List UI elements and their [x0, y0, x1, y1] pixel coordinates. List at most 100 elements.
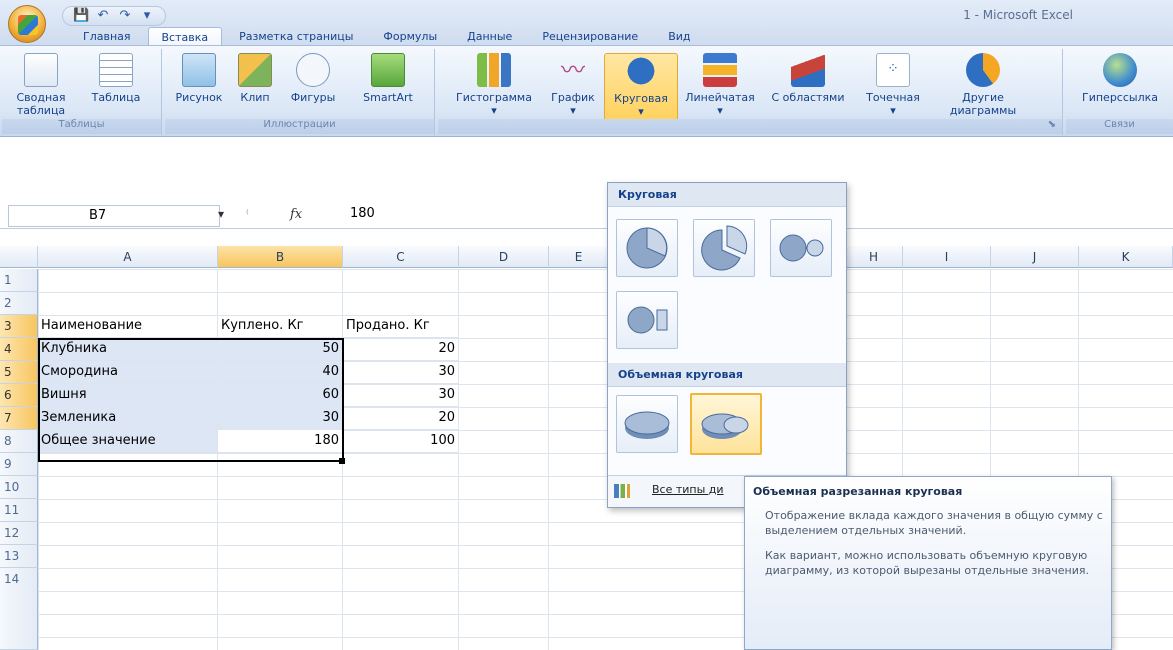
smartart-icon — [371, 53, 405, 87]
row-header[interactable]: 10 — [0, 476, 38, 499]
cell-c6[interactable]: 20 — [343, 407, 459, 430]
row-header[interactable]: 5 — [0, 361, 38, 384]
smartart-button[interactable]: SmartArt — [353, 53, 423, 104]
row-header[interactable]: 13 — [0, 545, 38, 568]
area-chart-icon — [791, 53, 825, 87]
cell-a4[interactable]: Смородина — [38, 361, 218, 384]
scatter-chart-icon: ⁘ — [876, 53, 910, 87]
row-header[interactable]: 3 — [0, 315, 38, 338]
tab-home[interactable]: Главная — [70, 27, 144, 46]
insert-function-icon[interactable]: fx — [290, 207, 302, 222]
3d-pie-icon — [624, 411, 670, 439]
row-header[interactable]: 7 — [0, 407, 38, 430]
clip-button[interactable]: Клип — [235, 53, 275, 104]
tab-view[interactable]: Вид — [655, 27, 703, 46]
pivot-table-button[interactable]: Сводная таблица — [6, 53, 76, 117]
formula-input[interactable]: 180 — [350, 206, 375, 221]
cell-a2[interactable]: Наименование — [38, 315, 218, 338]
cell-b4[interactable]: 40 — [218, 361, 343, 384]
group-links-label: Связи — [1066, 119, 1173, 134]
cell-b2[interactable]: Куплено. Кг — [218, 315, 343, 338]
cell-b3[interactable]: 50 — [218, 338, 343, 361]
bar-chart-button[interactable]: Линейчатая ▾ — [682, 53, 758, 117]
name-box-dropdown-icon[interactable]: ▾ — [218, 207, 224, 221]
row-header[interactable]: 6 — [0, 384, 38, 407]
group-tables: Сводная таблица Таблица Таблицы — [2, 49, 162, 135]
column-header-h[interactable]: H — [845, 246, 903, 268]
tooltip-paragraph-2: Как вариант, можно использовать объемную… — [765, 549, 1090, 577]
picture-icon — [182, 53, 216, 87]
picture-button[interactable]: Рисунок — [171, 53, 227, 104]
table-button[interactable]: Таблица — [86, 53, 146, 104]
column-chart-button[interactable]: Гистограмма ▾ — [444, 53, 544, 117]
pie-thumbnail[interactable] — [616, 219, 678, 277]
scatter-chart-label: Точечная — [866, 91, 920, 104]
tab-insert[interactable]: Вставка — [147, 27, 223, 46]
3d-pie-thumbnail[interactable] — [616, 395, 678, 453]
group-illustrations: Рисунок Клип Фигуры SmartArt Иллюстрации — [165, 49, 435, 135]
line-chart-label: График — [551, 91, 595, 104]
cancel-icon[interactable]: ⁽ — [246, 207, 249, 221]
column-header-c[interactable]: C — [343, 246, 459, 268]
dropdown-arrow-icon: ▾ — [890, 104, 896, 117]
select-all-corner[interactable] — [0, 246, 38, 268]
cell-c7[interactable]: 100 — [343, 430, 459, 453]
tab-review[interactable]: Рецензирование — [529, 27, 651, 46]
scatter-chart-button[interactable]: ⁘ Точечная ▾ — [863, 53, 923, 117]
cell-c2[interactable]: Продано. Кг — [343, 315, 459, 338]
column-header-e[interactable]: E — [549, 246, 609, 268]
other-charts-label: Другие диаграммы — [949, 91, 1017, 117]
dropdown-arrow-icon: ▾ — [570, 104, 576, 117]
row-header[interactable]: 2 — [0, 292, 38, 315]
tab-formulas[interactable]: Формулы — [370, 27, 450, 46]
row-header[interactable]: 4 — [0, 338, 38, 361]
globe-icon — [1103, 53, 1137, 87]
cell-b6[interactable]: 30 — [218, 407, 343, 430]
hyperlink-label: Гиперссылка — [1082, 91, 1158, 104]
cell-b5[interactable]: 60 — [218, 384, 343, 407]
cell-c3[interactable]: 20 — [343, 338, 459, 361]
bar-chart-label: Линейчатая — [685, 91, 755, 104]
exploded-pie-thumbnail[interactable] — [693, 219, 755, 277]
hyperlink-button[interactable]: Гиперссылка — [1072, 53, 1168, 104]
cell-b7-active[interactable]: 180 — [218, 430, 343, 453]
dropdown-arrow-icon: ▾ — [491, 104, 497, 117]
column-header-b[interactable]: B — [218, 246, 343, 268]
gallery-section-3d-pie: Объемная круговая — [608, 363, 846, 387]
column-chart-icon — [477, 53, 511, 87]
shapes-icon — [296, 53, 330, 87]
other-charts-button[interactable]: Другие диаграммы — [938, 53, 1028, 117]
pie-of-pie-thumbnail[interactable] — [770, 219, 832, 277]
bar-of-pie-thumbnail[interactable] — [616, 291, 678, 349]
line-chart-icon: 〰 — [561, 56, 585, 84]
column-header-i[interactable]: I — [903, 246, 991, 268]
row-header[interactable]: 1 — [0, 269, 38, 292]
cell-a5[interactable]: Вишня — [38, 384, 218, 407]
row-header[interactable]: 11 — [0, 499, 38, 522]
line-chart-button[interactable]: 〰 График ▾ — [548, 53, 598, 117]
cell-c5[interactable]: 30 — [343, 384, 459, 407]
column-header-k[interactable]: K — [1079, 246, 1173, 268]
cell-a7[interactable]: Общее значение — [38, 430, 218, 453]
fill-handle[interactable] — [339, 458, 345, 464]
tab-data[interactable]: Данные — [454, 27, 525, 46]
table-label: Таблица — [91, 91, 141, 104]
column-header-d[interactable]: D — [459, 246, 549, 268]
cell-c4[interactable]: 30 — [343, 361, 459, 384]
pie-chart-button[interactable]: Круговая ▾ — [604, 53, 678, 123]
row-header[interactable]: 12 — [0, 522, 38, 545]
cell-a6[interactable]: Земленика — [38, 407, 218, 430]
cell-a3[interactable]: Клубника — [38, 338, 218, 361]
area-chart-button[interactable]: С областями — [768, 53, 848, 104]
shapes-button[interactable]: Фигуры — [283, 53, 343, 104]
dialog-launcher-icon[interactable]: ⬊ — [1048, 119, 1062, 130]
exploded-3d-pie-thumbnail[interactable] — [690, 393, 762, 455]
column-header-j[interactable]: J — [991, 246, 1079, 268]
name-box[interactable]: B7 — [8, 205, 220, 227]
area-chart-label: С областями — [771, 91, 845, 104]
tab-page-layout[interactable]: Разметка страницы — [226, 27, 366, 46]
column-header-a[interactable]: A — [38, 246, 218, 268]
row-header[interactable]: 14 — [0, 568, 38, 650]
row-header[interactable]: 9 — [0, 453, 38, 476]
row-header[interactable]: 8 — [0, 430, 38, 453]
